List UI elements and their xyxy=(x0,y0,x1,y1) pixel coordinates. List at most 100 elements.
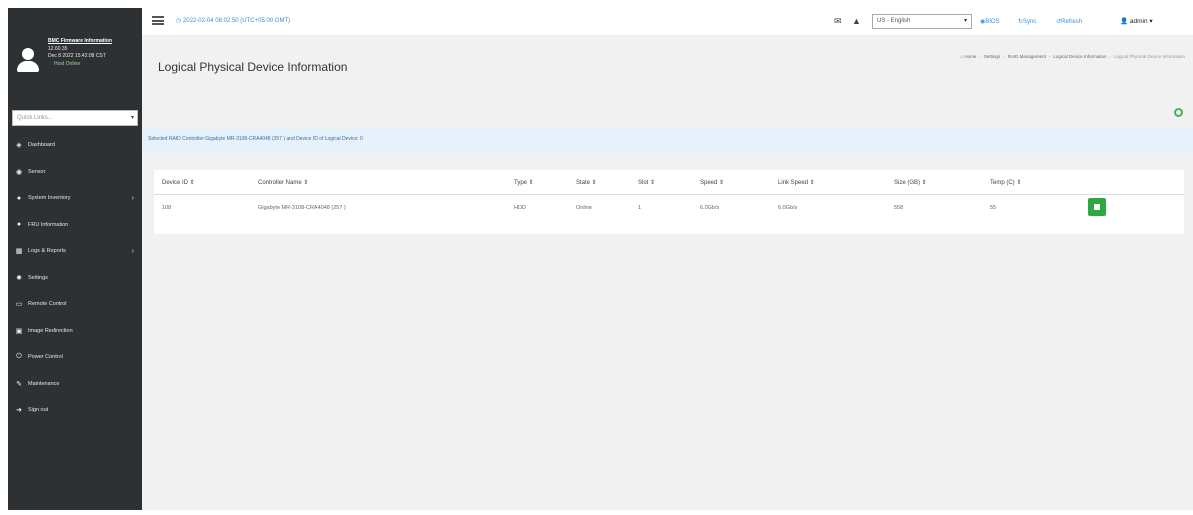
sidebar-item-label: FRU Information xyxy=(28,221,69,228)
user-menu[interactable]: 👤 admin ▾ xyxy=(1120,17,1153,25)
refresh-button[interactable]: ↺Refresh xyxy=(1056,18,1082,25)
sensor-icon: ◉ xyxy=(15,168,23,176)
date-time: ◷ 2022-02-04 08:02:50 (UTC+05:00 GMT) xyxy=(176,18,291,24)
bios-label: BIOS xyxy=(985,19,1000,25)
envelope-icon[interactable]: ✉ xyxy=(834,16,842,27)
cell-slot: 1 xyxy=(638,205,642,211)
breadcrumb: ⌂ Home › Settings › RAID Management › Logical … xyxy=(960,54,1185,59)
sign-out-icon: ➜ xyxy=(16,407,22,415)
firmware-build-date: Dec 8 2022 15:42:08 CST xyxy=(48,53,106,59)
sidebar-item-label: Sign out xyxy=(28,407,49,414)
breadcrumb-home[interactable]: Home xyxy=(964,54,976,59)
cell-size: 558 xyxy=(894,205,904,211)
sidebar-item-label: Settings xyxy=(28,274,48,281)
cell-device-id: 108 xyxy=(162,205,172,211)
language-select[interactable]: US - English ▾ xyxy=(872,14,972,29)
device-table-card: Device ID ⇕ Controller Name ⇕ Type ⇕ State … xyxy=(154,170,1184,234)
chevron-down-icon: ▾ xyxy=(963,18,967,24)
sidebar: BMC Firmware Information 12.60.35 Dec 8 … xyxy=(8,8,142,510)
column-header[interactable]: Temp (C) ⇕ xyxy=(990,170,1088,195)
sidebar-item-fru-information[interactable]: ● FRU Information xyxy=(8,212,142,239)
cell-link-speed: 6.0Gb/s xyxy=(778,205,798,211)
user-name: admin xyxy=(1129,18,1148,25)
sync-button[interactable]: ↻Sync xyxy=(1018,18,1036,25)
sidebar-item-logs-reports[interactable]: ▦ Logs & Reports › xyxy=(8,238,142,265)
sync-label: Sync xyxy=(1023,19,1037,25)
breadcrumb-logical-device[interactable]: Logical Device Information xyxy=(1053,54,1106,59)
maintenance-icon: ✎ xyxy=(16,380,22,388)
view-device-button[interactable] xyxy=(1088,197,1106,216)
sidebar-item-label: Dashboard xyxy=(28,142,55,149)
sidebar-item-label: Maintenance xyxy=(28,380,60,387)
sidebar-item-sign-out[interactable]: ➜ Sign out xyxy=(8,397,142,424)
refresh-label: Refresh xyxy=(1061,19,1083,25)
column-header[interactable]: Device ID ⇕ xyxy=(154,170,258,195)
column-header[interactable]: Slot ⇕ xyxy=(638,170,700,195)
chevron-right-icon: › xyxy=(131,247,134,255)
quick-links-select[interactable]: Quick Links... ▾ xyxy=(12,110,138,126)
bios-button[interactable]: ◉BIOS xyxy=(980,18,1000,25)
device-table: Device ID ⇕ Controller Name ⇕ Type ⇕ State … xyxy=(154,170,1184,222)
cell-type: HDD xyxy=(514,205,526,211)
main-content: Logical Physical Device Information ⌂ Ho… xyxy=(142,36,1193,510)
breadcrumb-current: Logical Physical Device Information xyxy=(1113,54,1185,59)
chevron-right-icon: › xyxy=(131,194,134,202)
sidebar-item-label: Logs & Reports xyxy=(28,248,66,255)
table-body: 108 Gigabyte MR-3108-CRA4048 (257 ) HDD Onl… xyxy=(154,194,1184,222)
info-banner: Selected RAID Controller:Gigabyte MR-310… xyxy=(142,128,1193,152)
view-icon xyxy=(1094,203,1100,210)
power-icon: ⏻ xyxy=(16,353,22,361)
column-header[interactable]: Type ⇕ xyxy=(514,170,576,195)
language-value: US - English xyxy=(877,18,911,24)
sidebar-item-label: Power Control xyxy=(28,354,63,361)
dashboard-icon: ◈ xyxy=(16,142,22,150)
table-header-row: Device ID ⇕ Controller Name ⇕ Type ⇕ State … xyxy=(154,170,1184,195)
firmware-version: 12.60.35 xyxy=(48,45,68,52)
logs-icon: ▦ xyxy=(15,248,23,256)
inventory-icon: ● xyxy=(16,194,22,202)
sidebar-item-label: System Inventory xyxy=(28,195,71,202)
quick-links-placeholder: Quick Links... xyxy=(17,115,54,121)
remote-control-icon: ▭ xyxy=(15,301,23,309)
action-cell xyxy=(1088,194,1184,222)
sidebar-item-settings[interactable]: ✹ Settings xyxy=(8,265,142,292)
menu-toggle-icon[interactable] xyxy=(152,16,164,25)
sidebar-item-maintenance[interactable]: ✎ Maintenance xyxy=(8,371,142,398)
sidebar-nav: ◈ Dashboard ◉ Sensor ● System Inventory › ● FRU … xyxy=(8,132,142,424)
sidebar-item-power-control[interactable]: ⏻ Power Control xyxy=(8,344,142,371)
table-row: 108 Gigabyte MR-3108-CRA4048 (257 ) HDD Onl… xyxy=(154,194,1184,222)
top-bar: ◷ 2022-02-04 08:02:50 (UTC+05:00 GMT) ✉ … xyxy=(142,8,1193,36)
settings-icon: ✹ xyxy=(16,274,22,282)
cell-temp: 55 xyxy=(990,205,997,211)
image-redirection-icon: ▣ xyxy=(15,327,23,335)
fru-icon: ● xyxy=(16,221,22,229)
column-header xyxy=(1088,170,1184,195)
sidebar-item-dashboard[interactable]: ◈ Dashboard xyxy=(8,132,142,159)
column-header[interactable]: State ⇕ xyxy=(576,170,638,195)
cell-speed: 6.0Gb/s xyxy=(700,205,720,211)
sidebar-item-label: Sensor xyxy=(28,168,46,175)
page-title: Logical Physical Device Information xyxy=(158,60,348,74)
sidebar-item-system-inventory[interactable]: ● System Inventory › xyxy=(8,185,142,212)
date-time-text: 2022-02-04 08:02:50 (UTC+05:00 GMT) xyxy=(182,18,291,24)
sidebar-item-remote-control[interactable]: ▭ Remote Control xyxy=(8,291,142,318)
column-header[interactable]: Link Speed ⇕ xyxy=(778,170,894,195)
chevron-down-icon: ▾ xyxy=(130,115,134,121)
column-header[interactable]: Size (GB) ⇕ xyxy=(894,170,990,195)
breadcrumb-raid[interactable]: RAID Management xyxy=(1008,54,1046,59)
sidebar-item-label: Remote Control xyxy=(28,301,67,308)
firmware-info-link[interactable]: BMC Firmware Information xyxy=(48,38,142,46)
column-header[interactable]: Speed ⇕ xyxy=(700,170,778,195)
host-status: Host Online xyxy=(54,60,81,67)
warning-icon[interactable]: ▲ xyxy=(852,16,861,26)
refresh-icon[interactable] xyxy=(1174,108,1183,117)
profile-panel: BMC Firmware Information 12.60.35 Dec 8 … xyxy=(8,8,142,104)
breadcrumb-settings[interactable]: Settings xyxy=(984,54,1000,59)
column-header[interactable]: Controller Name ⇕ xyxy=(258,170,514,195)
sidebar-item-image-redirection[interactable]: ▣ Image Redirection xyxy=(8,318,142,345)
sidebar-item-sensor[interactable]: ◉ Sensor xyxy=(8,159,142,186)
sidebar-item-label: Image Redirection xyxy=(28,327,73,334)
cell-state: Online xyxy=(576,205,592,211)
user-avatar-icon xyxy=(17,48,39,72)
cell-controller: Gigabyte MR-3108-CRA4048 (257 ) xyxy=(258,205,346,211)
